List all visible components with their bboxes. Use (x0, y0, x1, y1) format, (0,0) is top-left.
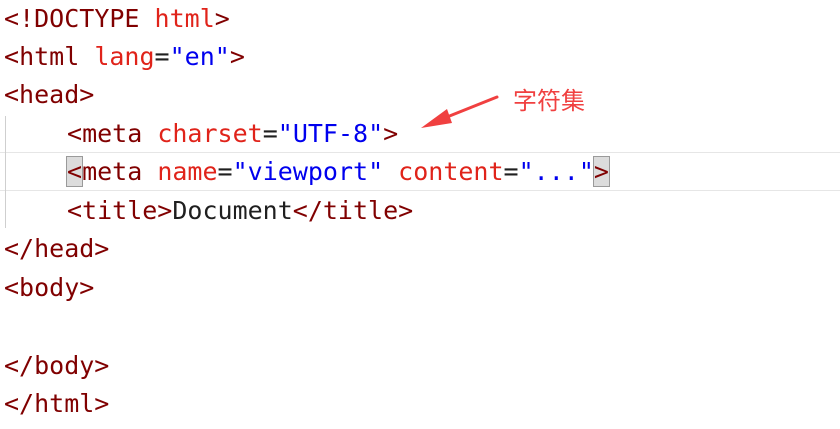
code-line-11[interactable]: </html> (4, 384, 109, 423)
bracket: > (229, 42, 245, 71)
body-open-tag: <body> (4, 273, 95, 302)
equals-sign: = (503, 157, 519, 186)
code-line-8[interactable]: <body> (4, 268, 94, 307)
bracket: < (4, 42, 20, 71)
attribute-name: name (142, 157, 218, 186)
doctype-keyword: !DOCTYPE (19, 4, 140, 33)
title-close-tag: </title> (292, 196, 414, 225)
equals-sign: = (262, 119, 278, 148)
code-line-7[interactable]: </head> (4, 229, 109, 268)
bracket: < (67, 119, 83, 148)
bracket: > (383, 119, 399, 148)
attribute-name: content (383, 157, 504, 186)
annotation-label: 字符集 (513, 87, 585, 115)
code-line-4[interactable]: <meta charset="UTF-8"> (67, 114, 398, 153)
bracket: > (214, 4, 230, 33)
title-text: Document (172, 196, 293, 225)
body-close-tag: </body> (4, 351, 110, 380)
code-line-10[interactable]: </body> (4, 346, 109, 385)
tag-name: html (19, 42, 80, 71)
html-close-tag: </html> (4, 389, 110, 418)
indent-guide (5, 116, 6, 228)
attribute-value: "..." (518, 157, 594, 186)
attribute-value: "viewport" (232, 157, 384, 186)
doctype-name: html (139, 4, 215, 33)
code-editor[interactable]: <!DOCTYPE html> <html lang="en"> <head> … (0, 0, 840, 429)
head-close-tag: </head> (4, 234, 110, 263)
tag-name: meta (82, 157, 143, 186)
bracket: < (4, 4, 20, 33)
code-line-1[interactable]: <!DOCTYPE html> (4, 0, 230, 38)
attribute-name: lang (79, 42, 155, 71)
title-open-tag: <title> (67, 196, 173, 225)
equals-sign: = (217, 157, 233, 186)
attribute-name: charset (142, 119, 263, 148)
code-line-5[interactable]: <meta name="viewport" content="..."> (65, 152, 610, 191)
head-open-tag: <head> (4, 80, 95, 109)
matched-bracket-open: < (65, 156, 84, 187)
tag-name: meta (82, 119, 143, 148)
code-line-2[interactable]: <html lang="en"> (4, 37, 245, 76)
attribute-value: "UTF-8" (277, 119, 384, 148)
code-line-6[interactable]: <title>Document</title> (67, 191, 413, 230)
equals-sign: = (154, 42, 170, 71)
attribute-value: "en" (169, 42, 230, 71)
code-line-3[interactable]: <head> (4, 75, 94, 114)
matched-bracket-close: > (592, 156, 610, 187)
